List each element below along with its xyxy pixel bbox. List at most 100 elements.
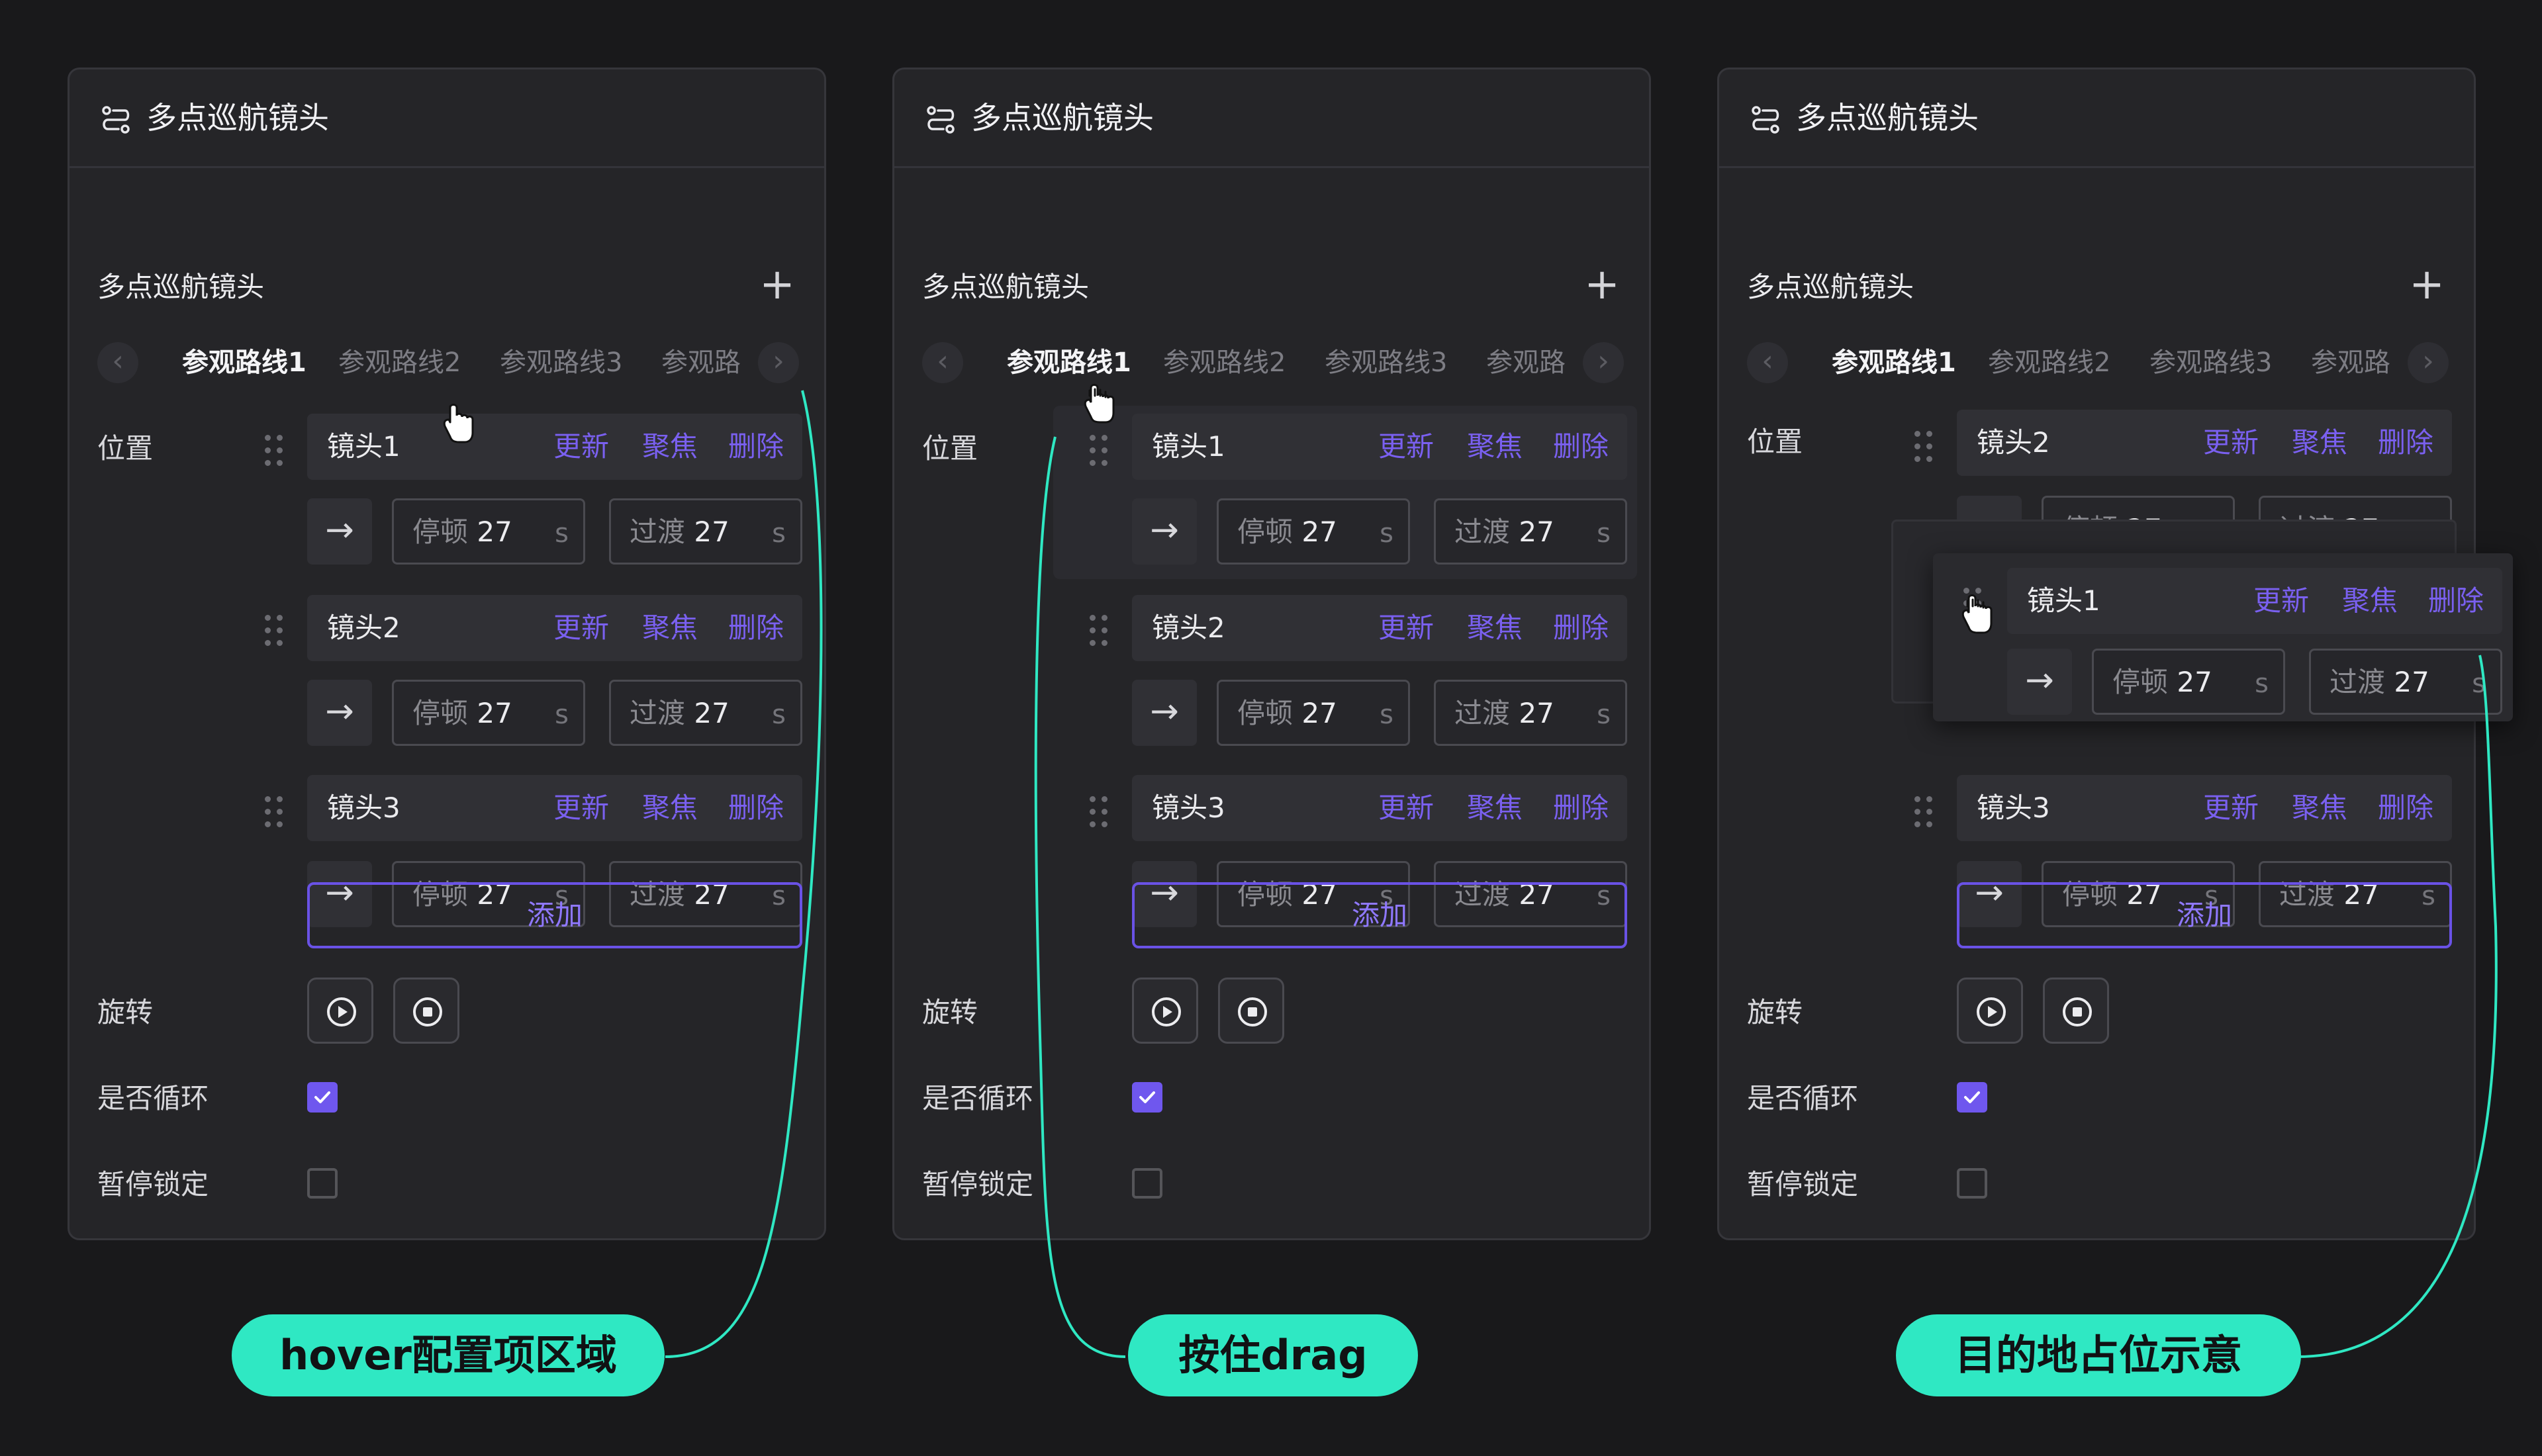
transition-input[interactable]: 过渡 27 s bbox=[2309, 649, 2502, 715]
loop-checkbox[interactable] bbox=[307, 1082, 338, 1113]
drag-handle-icon[interactable] bbox=[1086, 431, 1115, 471]
chevron-right-icon[interactable]: › bbox=[758, 342, 799, 383]
plus-icon[interactable]: + bbox=[1580, 263, 1624, 306]
drag-handle-icon[interactable] bbox=[1086, 792, 1115, 832]
dwell-input[interactable]: 停顿 27 s bbox=[392, 680, 585, 746]
camera-row[interactable]: 镜头2 更新 聚焦 删除 bbox=[1132, 595, 1627, 661]
dwell-input[interactable]: 停顿 27 s bbox=[1217, 498, 1410, 565]
chevron-right-icon[interactable]: › bbox=[1583, 342, 1624, 383]
update-link[interactable]: 更新 bbox=[1378, 427, 1434, 467]
drag-handle-icon[interactable] bbox=[261, 611, 290, 651]
focus-link[interactable]: 聚焦 bbox=[2292, 788, 2347, 828]
delete-link[interactable]: 删除 bbox=[728, 427, 784, 467]
dragged-camera-card[interactable]: 镜头1 更新 聚焦 删除 → 停顿 27 s 过渡 27 s bbox=[1933, 553, 2513, 721]
camera-row[interactable]: 镜头3 更新 聚焦 删除 bbox=[1132, 775, 1627, 841]
camera-row[interactable]: 镜头2 更新 聚焦 删除 bbox=[307, 595, 802, 661]
update-link[interactable]: 更新 bbox=[553, 788, 609, 828]
position-label: 位置 bbox=[922, 432, 978, 465]
pause-lock-checkbox[interactable] bbox=[307, 1168, 338, 1199]
delete-link[interactable]: 删除 bbox=[1553, 788, 1609, 828]
focus-link[interactable]: 聚焦 bbox=[2292, 423, 2347, 463]
camera-row[interactable]: 镜头1 更新 聚焦 删除 bbox=[1132, 414, 1627, 480]
camera-row[interactable]: 镜头3 更新 聚焦 删除 bbox=[307, 775, 802, 841]
update-link[interactable]: 更新 bbox=[2253, 581, 2309, 621]
cruise-camera-panel-2: 多点巡航镜头 多点巡航镜头 + ‹ 参观路线1 参观路线2 参观路线3 参观路 … bbox=[892, 68, 1651, 1240]
stop-button[interactable] bbox=[393, 978, 459, 1044]
chevron-left-icon[interactable]: ‹ bbox=[922, 342, 963, 383]
add-button[interactable]: 添加 bbox=[1957, 882, 2452, 948]
camera-row[interactable]: 镜头1 更新 聚焦 删除 bbox=[2007, 568, 2502, 634]
camera-row[interactable]: 镜头3 更新 聚焦 删除 bbox=[1957, 775, 2452, 841]
tab-route-3[interactable]: 参观路线3 bbox=[1325, 342, 1447, 383]
pause-lock-checkbox[interactable] bbox=[1957, 1168, 1987, 1199]
chevron-left-icon[interactable]: ‹ bbox=[97, 342, 138, 383]
drag-handle-icon[interactable] bbox=[1910, 427, 1940, 467]
tab-route-1[interactable]: 参观路线1 bbox=[1007, 342, 1131, 383]
tab-route-3[interactable]: 参观路线3 bbox=[2149, 342, 2272, 383]
add-button[interactable]: 添加 bbox=[1132, 882, 1627, 948]
focus-link[interactable]: 聚焦 bbox=[642, 427, 698, 467]
delete-link[interactable]: 删除 bbox=[2428, 581, 2484, 621]
tab-route-4[interactable]: 参观路 bbox=[2311, 342, 2390, 383]
tab-route-1[interactable]: 参观路线1 bbox=[182, 342, 306, 383]
drag-handle-icon[interactable] bbox=[261, 431, 290, 471]
chevron-right-icon[interactable]: › bbox=[2408, 342, 2449, 383]
update-link[interactable]: 更新 bbox=[553, 608, 609, 648]
tab-route-3[interactable]: 参观路线3 bbox=[500, 342, 622, 383]
update-link[interactable]: 更新 bbox=[1378, 608, 1434, 648]
update-link[interactable]: 更新 bbox=[553, 427, 609, 467]
focus-link[interactable]: 聚焦 bbox=[2342, 581, 2398, 621]
delete-link[interactable]: 删除 bbox=[728, 788, 784, 828]
dwell-input[interactable]: 停顿 27 s bbox=[2092, 649, 2285, 715]
tab-route-2[interactable]: 参观路线2 bbox=[338, 342, 461, 383]
tab-route-1[interactable]: 参观路线1 bbox=[1832, 342, 1956, 383]
camera-row[interactable]: 镜头2 更新 聚焦 删除 bbox=[1957, 410, 2452, 476]
stop-button[interactable] bbox=[2043, 978, 2109, 1044]
tab-route-4[interactable]: 参观路 bbox=[1486, 342, 1566, 383]
focus-link[interactable]: 聚焦 bbox=[1467, 788, 1523, 828]
delete-link[interactable]: 删除 bbox=[2378, 423, 2433, 463]
delete-link[interactable]: 删除 bbox=[2378, 788, 2433, 828]
dwell-input[interactable]: 停顿 27 s bbox=[392, 498, 585, 565]
loop-checkbox[interactable] bbox=[1957, 1082, 1987, 1113]
drag-handle-icon[interactable] bbox=[1910, 792, 1940, 832]
focus-link[interactable]: 聚焦 bbox=[642, 608, 698, 648]
arrow-right-icon: → bbox=[1132, 498, 1197, 565]
dwell-unit: s bbox=[1380, 518, 1393, 549]
tab-route-2[interactable]: 参观路线2 bbox=[1163, 342, 1286, 383]
transition-input[interactable]: 过渡 27 s bbox=[1434, 498, 1627, 565]
update-link[interactable]: 更新 bbox=[1378, 788, 1434, 828]
dwell-input[interactable]: 停顿 27 s bbox=[1217, 680, 1410, 746]
focus-link[interactable]: 聚焦 bbox=[642, 788, 698, 828]
stop-button[interactable] bbox=[1218, 978, 1284, 1044]
transition-input[interactable]: 过渡 27 s bbox=[1434, 680, 1627, 746]
delete-link[interactable]: 删除 bbox=[1553, 427, 1609, 467]
tab-route-4[interactable]: 参观路 bbox=[661, 342, 741, 383]
play-button[interactable] bbox=[1132, 978, 1198, 1044]
focus-link[interactable]: 聚焦 bbox=[1467, 608, 1523, 648]
transition-value: 27 bbox=[2394, 666, 2429, 698]
transition-input[interactable]: 过渡 27 s bbox=[609, 498, 802, 565]
drag-handle-icon[interactable] bbox=[261, 792, 290, 832]
delete-link[interactable]: 删除 bbox=[1553, 608, 1609, 648]
delete-link[interactable]: 删除 bbox=[728, 608, 784, 648]
play-icon bbox=[1152, 997, 1181, 1026]
pause-lock-checkbox[interactable] bbox=[1132, 1168, 1162, 1199]
tab-route-2[interactable]: 参观路线2 bbox=[1988, 342, 2110, 383]
play-button[interactable] bbox=[307, 978, 373, 1044]
transition-input[interactable]: 过渡 27 s bbox=[609, 680, 802, 746]
dwell-unit: s bbox=[555, 700, 569, 730]
arrow-right-icon: → bbox=[307, 680, 372, 746]
camera-row[interactable]: 镜头1 更新 聚焦 删除 bbox=[307, 414, 802, 480]
update-link[interactable]: 更新 bbox=[2203, 423, 2259, 463]
focus-link[interactable]: 聚焦 bbox=[1467, 427, 1523, 467]
plus-icon[interactable]: + bbox=[2405, 263, 2449, 306]
chevron-left-icon[interactable]: ‹ bbox=[1747, 342, 1788, 383]
drag-handle-icon[interactable] bbox=[1086, 611, 1115, 651]
arrow-right-icon: → bbox=[307, 498, 372, 565]
play-button[interactable] bbox=[1957, 978, 2023, 1044]
plus-icon[interactable]: + bbox=[755, 263, 799, 306]
add-button[interactable]: 添加 bbox=[307, 882, 802, 948]
loop-checkbox[interactable] bbox=[1132, 1082, 1162, 1113]
update-link[interactable]: 更新 bbox=[2203, 788, 2259, 828]
